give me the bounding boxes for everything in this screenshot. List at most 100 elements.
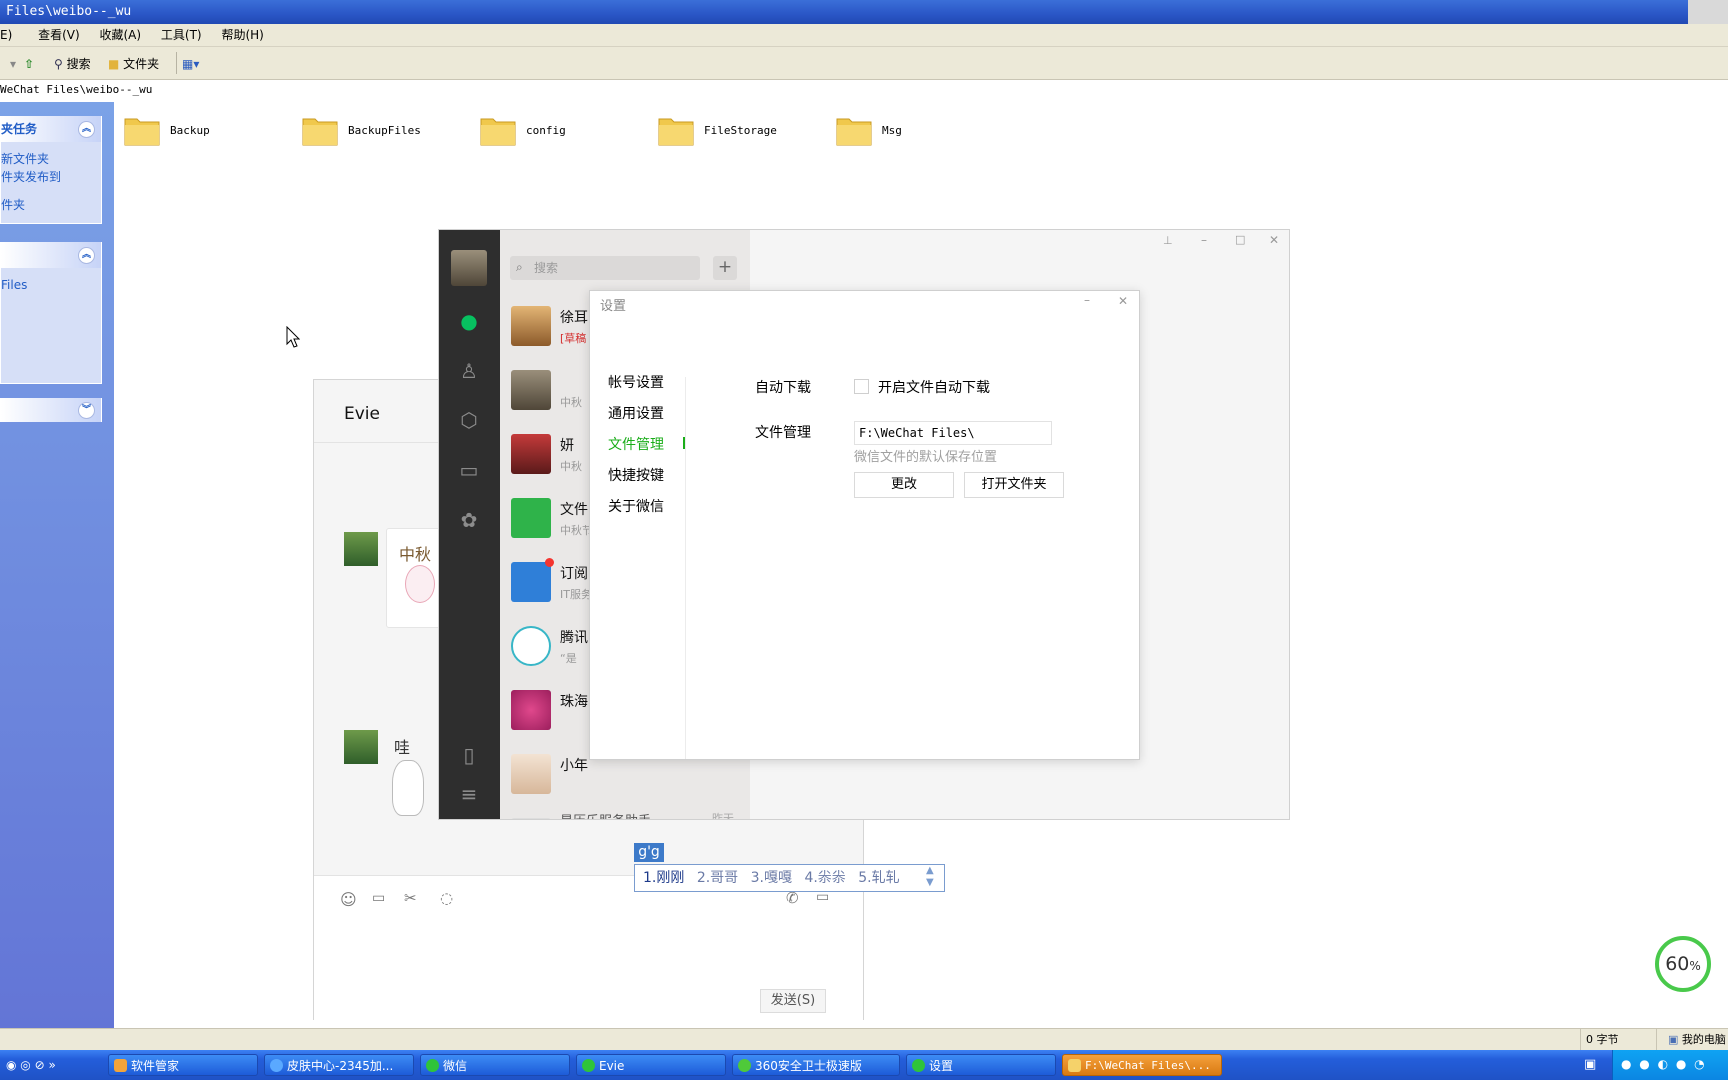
system-tray: ● ● ◐ ● ◔	[1612, 1050, 1728, 1080]
dialog-title: 设置	[600, 299, 627, 314]
menu-view[interactable]: 查看(V)	[38, 28, 80, 42]
chat-icon[interactable]: ●	[456, 308, 482, 334]
file-tasks-box: 夹任务 ︽ 新文件夹 件夹发布到 件夹	[0, 116, 102, 224]
status-bytes: 0 字节	[1586, 1033, 1619, 1046]
place-files[interactable]: Files	[1, 276, 101, 294]
task-publish-folder[interactable]: 件夹发布到	[1, 168, 101, 186]
settings-menu-account[interactable]: 帐号设置	[608, 372, 664, 392]
taskbar-item[interactable]: Evie	[576, 1054, 726, 1076]
taskbar-item[interactable]: 设置	[906, 1054, 1056, 1076]
collapse-icon[interactable]: ︽	[78, 247, 95, 264]
menu-tools[interactable]: 工具(T)	[161, 28, 202, 42]
menu-icon[interactable]: ≡	[456, 781, 482, 807]
send-button[interactable]: 发送(S)	[760, 989, 826, 1013]
phone-icon[interactable]: ▯	[456, 742, 482, 768]
wechat-icon	[426, 1059, 439, 1072]
shield-icon	[738, 1059, 751, 1072]
scissors-icon[interactable]: ✂	[404, 889, 417, 907]
task-share-folder[interactable]: 件夹	[1, 196, 101, 214]
collapse-icon[interactable]: ︽	[78, 121, 95, 138]
back-dropdown-icon[interactable]: ▾	[10, 55, 16, 73]
page-arrows-icon[interactable]: ▲ ▼	[926, 865, 934, 889]
contacts-icon[interactable]: ♙	[456, 358, 482, 384]
ime-candidate[interactable]: 1.刚刚	[643, 870, 684, 886]
favorites-icon[interactable]: ⬡	[456, 407, 482, 433]
folder-icon	[124, 118, 160, 146]
search-input[interactable]: 搜索	[534, 259, 558, 276]
chat-input-area[interactable]: ☺ ▭ ✂ ◌ ✆ ▭ 发送(S)	[314, 875, 863, 1020]
address-text: WeChat Files\weibo--_wu	[0, 83, 153, 96]
expand-icon[interactable]: ︾	[78, 402, 95, 419]
taskbar-item[interactable]: 软件管家	[108, 1054, 258, 1076]
taskbar: ◉ ◎ ⊘ » 软件管家 皮肤中心-2345加... 微信 Evie 360安全…	[0, 1050, 1728, 1080]
minimize-icon[interactable]: –	[1201, 233, 1207, 247]
search-box[interactable]: ⌕ 搜索	[510, 256, 700, 280]
menu-help[interactable]: 帮助(H)	[221, 28, 263, 42]
folder-icon	[1068, 1059, 1081, 1072]
pin-icon[interactable]: ⊥	[1163, 234, 1173, 247]
avatar	[511, 818, 551, 819]
minimize-icon[interactable]: –	[1084, 293, 1090, 307]
ime-candidate[interactable]: 3.嘎嘎	[751, 870, 792, 886]
speed-ball[interactable]: 60%	[1655, 936, 1711, 992]
ime-candidate[interactable]: 4.尜尜	[804, 870, 845, 886]
avatar[interactable]	[344, 532, 378, 566]
settings-menu-shortcuts[interactable]: 快捷按键	[608, 465, 664, 485]
change-button[interactable]: 更改	[854, 472, 954, 498]
menu-favorites[interactable]: 收藏(A)	[100, 28, 142, 42]
views-icon[interactable]: ▦▾	[182, 55, 199, 73]
avatar	[511, 306, 551, 346]
wechat-sidebar: ● ♙ ⬡ ▭ ✿ ▯ ≡	[439, 230, 500, 819]
maximize-icon[interactable]: □	[1235, 233, 1245, 246]
emoji-icon[interactable]: ☺	[340, 890, 357, 909]
auto-download-checkbox[interactable]	[854, 379, 869, 394]
other-places-header[interactable]: ︽	[1, 242, 101, 268]
auto-download-label: 自动下载	[755, 380, 811, 396]
tray-icons[interactable]: ● ● ◐ ● ◔	[1621, 1057, 1707, 1071]
avatar[interactable]	[344, 730, 378, 764]
open-folder-button[interactable]: 打开文件夹	[964, 472, 1064, 498]
menu-edit[interactable]: E)	[0, 28, 12, 42]
subscription-icon	[511, 562, 551, 602]
quick-launch-icons[interactable]: ◉ ◎ ⊘ »	[6, 1058, 56, 1072]
taskbar-item[interactable]: F:\WeChat Files\...	[1062, 1054, 1222, 1076]
settings-menu-general[interactable]: 通用设置	[608, 403, 664, 423]
ime-candidate[interactable]: 2.哥哥	[697, 870, 738, 886]
input-method-icon[interactable]: ▣	[1584, 1057, 1596, 1072]
title-buttons[interactable]	[1688, 0, 1728, 24]
toolbar-divider	[176, 52, 177, 74]
auto-download-checkbox-label[interactable]: 开启文件自动下载	[878, 377, 990, 397]
wechat-icon	[912, 1059, 925, 1072]
task-new-folder[interactable]: 新文件夹	[1, 150, 101, 168]
taskbar-item[interactable]: 微信	[420, 1054, 570, 1076]
file-path-field[interactable]: F:\WeChat Files\	[854, 421, 1052, 445]
address-bar[interactable]: WeChat Files\weibo--_wu	[0, 80, 1728, 103]
sticker-message[interactable]: 哇	[386, 730, 426, 820]
close-icon[interactable]: ✕	[1118, 294, 1128, 308]
folder-icon	[836, 118, 872, 146]
status-divider	[1580, 1029, 1581, 1051]
ghost-sticker-icon	[392, 760, 424, 816]
menu-divider	[685, 377, 686, 759]
add-button[interactable]: +	[713, 256, 737, 280]
avatar[interactable]	[451, 250, 487, 286]
folder-icon[interactable]: ▭	[372, 890, 385, 906]
explorer-title-bar: Files\weibo--_wu	[0, 0, 1728, 24]
search-button[interactable]: ⚲ 搜索	[54, 55, 91, 73]
details-header[interactable]: ︾	[1, 398, 101, 422]
list-item[interactable]: 星历乐服务助手 昨天	[500, 806, 750, 819]
avatar	[511, 370, 551, 410]
file-tasks-header[interactable]: 夹任务 ︽	[1, 116, 101, 142]
ime-candidate[interactable]: 5.轧轧	[858, 870, 899, 886]
folders-button[interactable]: ■ 文件夹	[108, 55, 159, 73]
search-icon: ⌕	[516, 260, 523, 274]
settings-menu-files[interactable]: 文件管理	[608, 434, 664, 454]
up-folder-icon[interactable]: ⇧	[24, 55, 40, 73]
taskbar-item[interactable]: 360安全卫士极速版	[732, 1054, 900, 1076]
chat-bubble-icon[interactable]: ◌	[440, 889, 453, 907]
close-icon[interactable]: ✕	[1269, 233, 1279, 247]
settings-menu-about[interactable]: 关于微信	[608, 496, 664, 516]
files-icon[interactable]: ▭	[456, 457, 482, 483]
moments-icon[interactable]: ✿	[456, 507, 482, 533]
taskbar-item[interactable]: 皮肤中心-2345加...	[264, 1054, 414, 1076]
